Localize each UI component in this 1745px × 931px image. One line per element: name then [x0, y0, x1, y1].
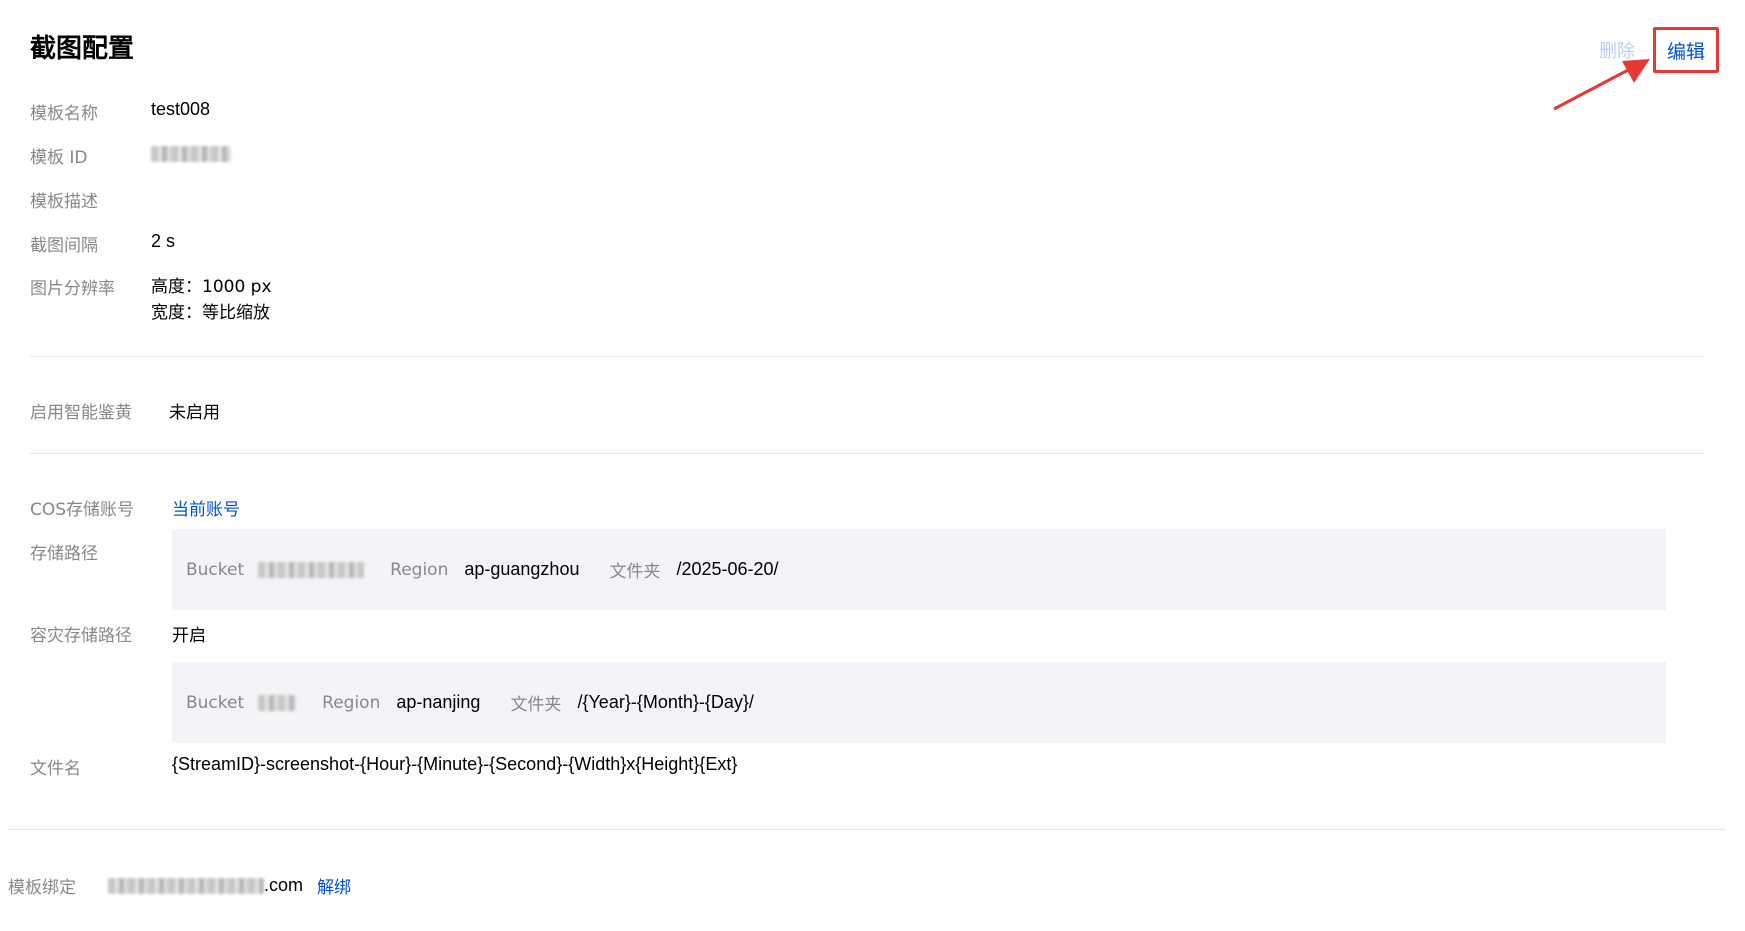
interval-value: 2 s [151, 231, 176, 251]
divider [30, 453, 1704, 454]
template-id-label: 模板 ID [30, 148, 88, 168]
bucket-label: Bucket [186, 559, 245, 580]
storage-path-row: 存储路径 [30, 539, 98, 564]
filename-label: 文件名 [30, 759, 81, 779]
divider [30, 356, 1704, 357]
filename-value: {StreamID}-screenshot-{Hour}-{Minute}-{S… [172, 754, 738, 774]
dr-bucket-label: Bucket [186, 692, 245, 713]
template-name-value: test008 [151, 99, 211, 119]
template-name-row: 模板名称 test008 [30, 99, 210, 124]
template-binding-row: 模板绑定 .com 解绑 [8, 873, 351, 898]
interval-row: 截图间隔 2 s [30, 231, 175, 256]
folder-label: 文件夹 [609, 562, 661, 582]
resolution-label: 图片分辨率 [30, 279, 115, 299]
annotation-arrow-icon [1553, 59, 1650, 111]
template-name-label: 模板名称 [30, 104, 98, 124]
interval-label: 截图间隔 [30, 236, 98, 256]
region-value: ap-guangzhou [464, 559, 580, 579]
dr-bucket-redacted [258, 694, 297, 711]
template-binding-label: 模板绑定 [8, 878, 76, 898]
dr-storage-path-box: Bucket Region ap-nanjing 文件夹 /{Year}-{Mo… [172, 662, 1666, 743]
dr-folder-value: /{Year}-{Month}-{Day}/ [577, 692, 754, 712]
binding-domain-redacted [108, 877, 264, 894]
dr-storage-label: 容灾存储路径 [30, 626, 132, 646]
dr-folder-label: 文件夹 [510, 695, 562, 715]
folder-value: /2025-06-20/ [676, 559, 779, 579]
cos-account-label: COS存储账号 [30, 500, 135, 520]
template-desc-row: 模板描述 [30, 187, 151, 212]
resolution-height: 高度：1000 px [151, 277, 272, 297]
resolution-row: 图片分辨率 高度：1000 px 宽度：等比缩放 [30, 274, 272, 326]
page-title: 截图配置 [30, 34, 135, 64]
dr-storage-value: 开启 [172, 626, 206, 646]
unbind-link[interactable]: 解绑 [317, 873, 351, 898]
binding-domain-suffix: .com [264, 875, 304, 895]
cos-account-row: COS存储账号 当前账号 [30, 495, 240, 520]
bucket-redacted [258, 561, 365, 578]
storage-path-box: Bucket Region ap-guangzhou 文件夹 /2025-06-… [172, 529, 1666, 610]
template-id-redacted [151, 146, 231, 162]
template-desc-label: 模板描述 [30, 192, 98, 212]
dr-region-value: ap-nanjing [396, 692, 481, 712]
edit-button[interactable]: 编辑 [1653, 27, 1719, 73]
resolution-width: 宽度：等比缩放 [151, 303, 270, 323]
region-label: Region [390, 559, 449, 580]
filename-row: 文件名 {StreamID}-screenshot-{Hour}-{Minute… [30, 754, 737, 779]
resolution-values: 高度：1000 px 宽度：等比缩放 [151, 274, 272, 326]
porn-detect-label: 启用智能鉴黄 [30, 403, 132, 423]
template-id-row: 模板 ID [30, 143, 231, 168]
porn-detect-value: 未启用 [169, 403, 220, 423]
dr-region-label: Region [322, 692, 381, 713]
divider [8, 829, 1726, 830]
dr-storage-row: 容灾存储路径 开启 [30, 621, 206, 646]
porn-detect-row: 启用智能鉴黄 未启用 [30, 398, 220, 423]
cos-account-link[interactable]: 当前账号 [172, 495, 240, 520]
storage-path-label: 存储路径 [30, 544, 98, 564]
